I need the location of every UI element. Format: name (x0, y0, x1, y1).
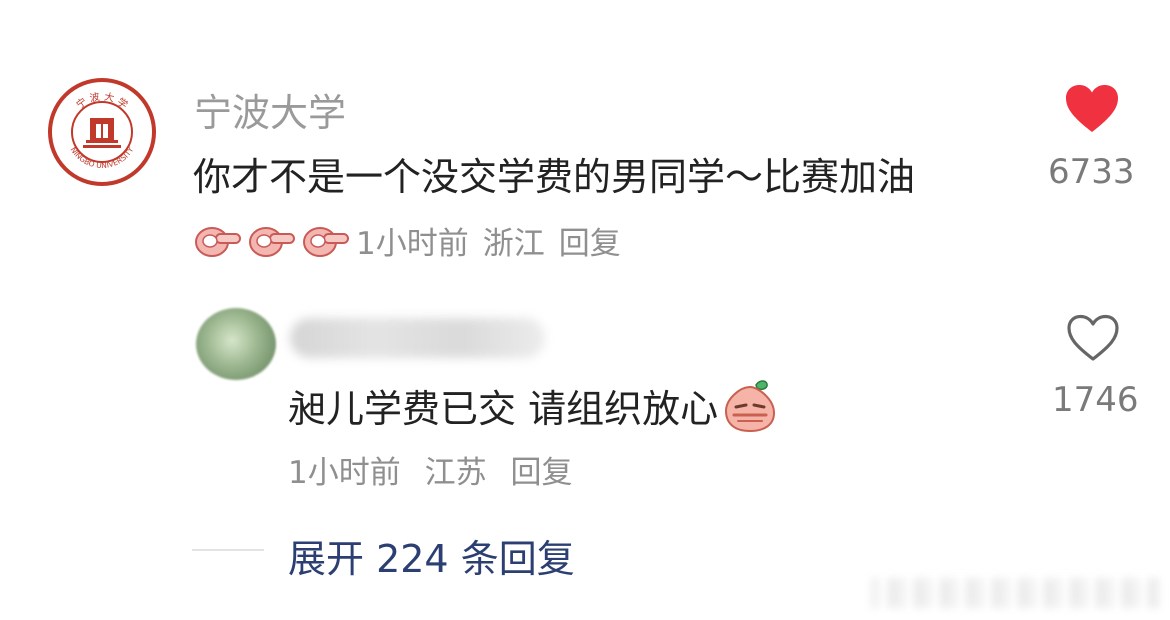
heart-outline-icon[interactable] (1065, 313, 1121, 363)
svg-text:NINGBO UNIVERSITY: NINGBO UNIVERSITY (69, 145, 136, 170)
comment-text: 你才不是一个没交学费的男同学～比赛加油 (193, 155, 916, 199)
reply-author-name-blurred[interactable] (290, 318, 545, 358)
reply-text-row: 昶儿学费已交 请组织放心 (288, 377, 780, 433)
pointing-hand-emoji (195, 227, 241, 257)
comment-author-name[interactable]: 宁波大学 (194, 82, 346, 137)
reply-like-count: 1746 (1052, 380, 1139, 420)
reply-reply-button[interactable]: 回复 (510, 455, 572, 491)
reply-text: 昶儿学费已交 请组织放心 (288, 386, 719, 431)
smirking-radish-emoji (725, 380, 776, 433)
reply-time: 1小时前 (288, 455, 401, 491)
heart-filled-icon[interactable] (1064, 84, 1120, 134)
expand-divider (192, 549, 264, 551)
author-avatar[interactable]: 宁 波 大 学 NINGBO UNIVERSITY (48, 78, 156, 186)
svg-text:宁 波 大 学: 宁 波 大 学 (74, 90, 131, 111)
reply-location: 江苏 (424, 455, 487, 491)
pointing-hand-emoji (303, 227, 349, 257)
expand-replies-button[interactable]: 展开 224 条回复 (288, 528, 575, 583)
comment-meta: 1小时前 浙江 回复 (194, 217, 621, 263)
comment-like-count: 6733 (1048, 152, 1135, 192)
comment-location: 浙江 (482, 225, 545, 262)
comment-reply-button[interactable]: 回复 (559, 218, 621, 263)
reply-author-avatar[interactable] (196, 308, 276, 380)
watermark-blurred (870, 578, 1160, 608)
pointing-hand-emoji (249, 227, 295, 257)
ningbo-university-logo: 宁 波 大 学 NINGBO UNIVERSITY (69, 90, 136, 170)
comment-time: 1小时前 (356, 225, 469, 262)
reply-meta: 1小时前 江苏 回复 (288, 447, 572, 492)
